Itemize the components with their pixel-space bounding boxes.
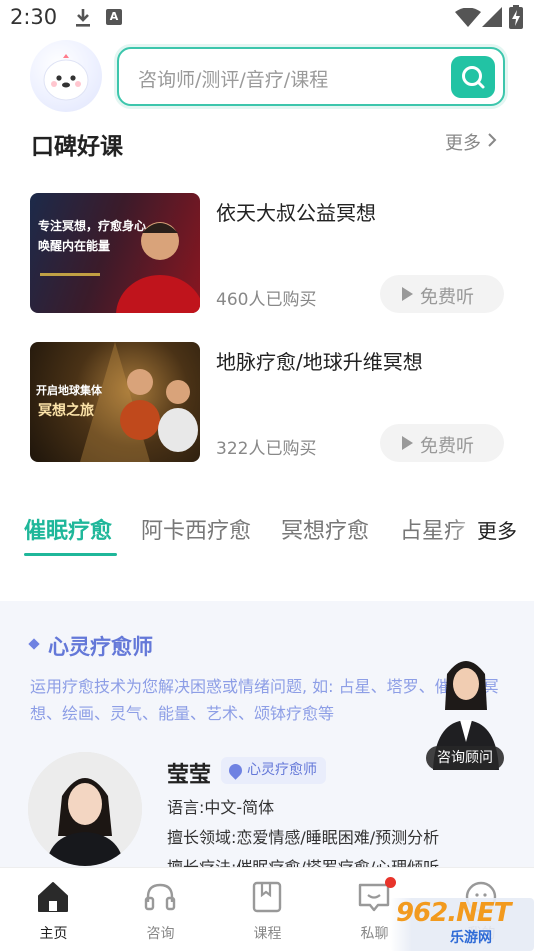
headset-icon bbox=[144, 883, 176, 911]
consultant-label[interactable]: 咨询顾问 bbox=[426, 746, 504, 770]
course-buyers: 460人已购买 bbox=[216, 290, 317, 310]
mascot-icon bbox=[43, 54, 89, 101]
badge-icon bbox=[226, 761, 245, 780]
counselor-portrait-icon bbox=[28, 752, 142, 866]
keyboard-a-icon: A bbox=[106, 9, 122, 25]
wifi-icon bbox=[455, 8, 481, 27]
course-thumbnail: 开启地球集体 冥想之旅 bbox=[30, 342, 200, 462]
home-icon bbox=[38, 882, 68, 912]
course-title[interactable]: 依天大叔公益冥想 bbox=[216, 197, 376, 226]
diamond-icon bbox=[28, 638, 40, 650]
active-tab-indicator bbox=[24, 553, 117, 556]
free-listen-button[interactable]: 免费听 bbox=[380, 424, 504, 462]
user-avatar[interactable] bbox=[30, 40, 102, 112]
download-icon bbox=[76, 9, 90, 27]
tab-akashic[interactable]: 阿卡西疗愈 bbox=[141, 513, 251, 545]
category-tabs: 催眠疗愈 阿卡西疗愈 冥想疗愈 占星疗 更多 bbox=[0, 505, 534, 565]
course-book-icon bbox=[252, 881, 282, 913]
play-icon bbox=[402, 436, 413, 450]
search-icon bbox=[462, 66, 485, 89]
counselor-role-badge: 心灵疗愈师 bbox=[221, 757, 326, 784]
course-title[interactable]: 地脉疗愈/地球升维冥想 bbox=[216, 346, 423, 375]
nav-consult-label: 咨询 bbox=[146, 926, 175, 942]
thumb-line-1: 开启地球集体 bbox=[36, 384, 102, 397]
battery-charging-icon bbox=[509, 5, 523, 29]
site-watermark: 962.NET 乐游网 bbox=[390, 898, 534, 951]
play-icon bbox=[402, 287, 413, 301]
thumb-line-2: 唤醒内在能量 bbox=[38, 239, 111, 253]
counselor-language: 语言:中文-简体 bbox=[167, 798, 275, 817]
counselor-photo[interactable] bbox=[28, 752, 142, 866]
courses-more-link[interactable]: 更多 bbox=[445, 129, 481, 155]
search-button[interactable] bbox=[451, 56, 495, 98]
nav-home-label: 主页 bbox=[39, 926, 68, 942]
thumb-line-2: 冥想之旅 bbox=[38, 403, 94, 419]
chevron-right-icon[interactable] bbox=[486, 133, 498, 147]
nav-courses[interactable]: 课程 bbox=[214, 868, 321, 951]
course-thumbnail: 专注冥想，疗愈身心 唤醒内在能量 bbox=[30, 193, 200, 313]
counselor-role-label: 心灵疗愈师 bbox=[247, 762, 317, 778]
nav-home[interactable]: 主页 bbox=[0, 868, 107, 951]
nav-courses-label: 课程 bbox=[253, 926, 282, 942]
tab-meditation[interactable]: 冥想疗愈 bbox=[281, 513, 369, 545]
signal-icon bbox=[482, 7, 502, 27]
status-time: 2:30 bbox=[10, 5, 58, 29]
free-listen-label: 免费听 bbox=[420, 436, 474, 457]
status-bar: 2:30 A bbox=[0, 0, 534, 36]
tab-hypnosis[interactable]: 催眠疗愈 bbox=[24, 513, 112, 545]
watermark-sub: 乐游网 bbox=[450, 930, 492, 946]
unread-dot bbox=[385, 877, 396, 888]
search-placeholder: 咨询师/测评/音疗/课程 bbox=[138, 69, 329, 91]
healer-section: 心灵疗愈师 运用疗愈技术为您解决困惑或情绪问题, 如: 占星、塔罗、催眠、冥想、… bbox=[0, 601, 534, 891]
counselor-fields: 擅长领域:恋爱情感/睡眠困难/预测分析 bbox=[167, 828, 440, 847]
section-title-courses: 口碑好课 bbox=[31, 134, 123, 160]
free-listen-label: 免费听 bbox=[420, 287, 474, 308]
course-buyers: 322人已购买 bbox=[216, 439, 317, 459]
counselor-name[interactable]: 莹莹 bbox=[167, 757, 211, 789]
tabs-more-button[interactable]: 更多 bbox=[477, 515, 517, 544]
nav-consult[interactable]: 咨询 bbox=[107, 868, 214, 951]
thumb-line-1: 专注冥想，疗愈身心 bbox=[38, 219, 147, 233]
course-card[interactable]: 专注冥想，疗愈身心 唤醒内在能量 依天大叔公益冥想 460人已购买 免费听 bbox=[30, 193, 505, 313]
course-card[interactable]: 开启地球集体 冥想之旅 地脉疗愈/地球升维冥想 322人已购买 免费听 bbox=[30, 342, 505, 462]
watermark-logo: 962.NET bbox=[396, 898, 511, 928]
free-listen-button[interactable]: 免费听 bbox=[380, 275, 504, 313]
healer-section-title: 心灵疗愈师 bbox=[48, 635, 153, 659]
search-input[interactable]: 咨询师/测评/音疗/课程 bbox=[117, 47, 505, 106]
